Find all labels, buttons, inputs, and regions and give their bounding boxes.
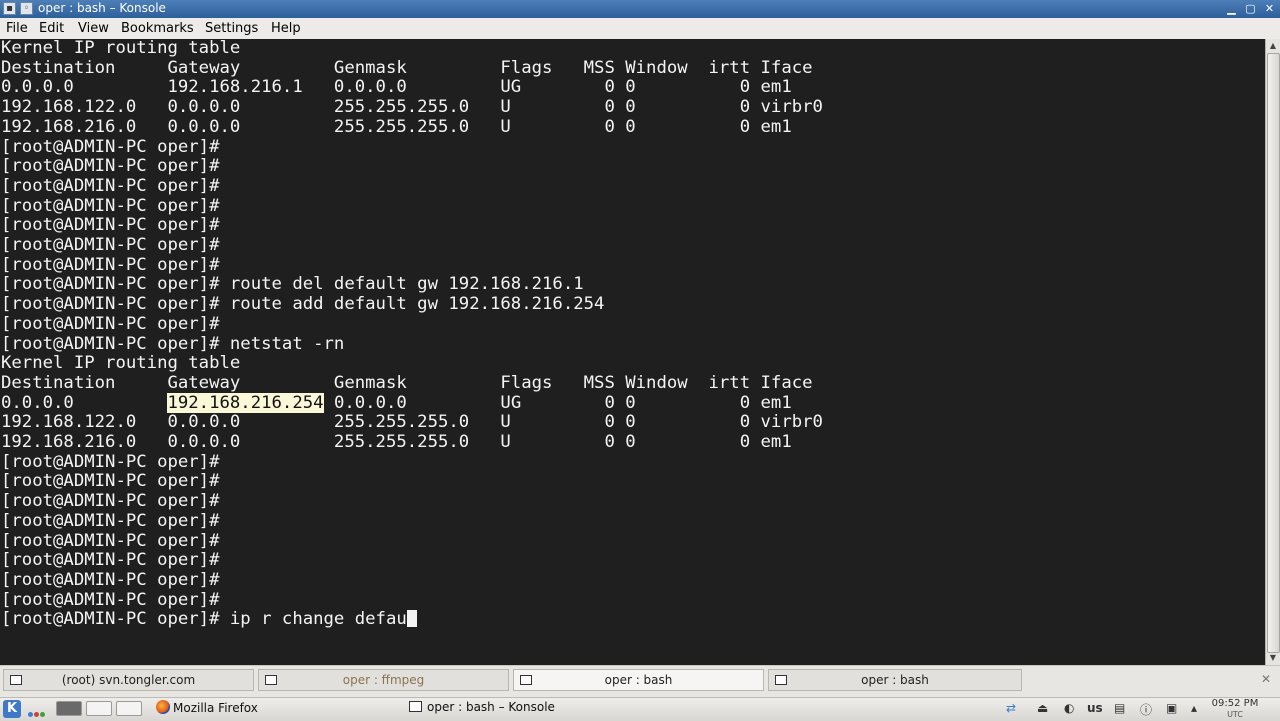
- tray-expand-icon[interactable]: ▴: [1191, 701, 1197, 715]
- maximize-icon[interactable]: ▢: [1244, 3, 1257, 15]
- desktop-pager-3[interactable]: [116, 701, 142, 716]
- terminal-view[interactable]: Kernel IP routing table Destination Gate…: [0, 39, 1265, 665]
- close-icon[interactable]: ✕: [1263, 3, 1276, 15]
- scroll-down-icon[interactable]: ▼: [1266, 651, 1280, 665]
- taskbar-panel: K Mozilla Firefox oper : bash – Konsole …: [0, 697, 1280, 721]
- menu-bookmarks[interactable]: Bookmarks: [121, 21, 194, 36]
- clock[interactable]: 09:52 PM UTC: [1205, 698, 1265, 720]
- firefox-icon: [156, 700, 170, 714]
- terminal-icon: [409, 701, 422, 712]
- clock-zone: UTC: [1227, 710, 1243, 719]
- menu-view[interactable]: View: [78, 21, 109, 36]
- pin-icon[interactable]: ◦: [20, 2, 33, 15]
- device-notifier-icon[interactable]: ⏏: [1037, 701, 1048, 715]
- clipboard-icon[interactable]: ▤: [1114, 701, 1125, 715]
- tab-bash[interactable]: oper : bash: [768, 669, 1022, 691]
- menu-file[interactable]: File: [6, 21, 28, 36]
- tab-label: oper : bash: [861, 673, 929, 687]
- task-label: Mozilla Firefox: [173, 701, 258, 715]
- tab-bash-active[interactable]: oper : bash: [513, 669, 764, 691]
- task-firefox[interactable]: Mozilla Firefox: [156, 700, 258, 719]
- kde-menu-icon[interactable]: K: [3, 700, 21, 718]
- menu-settings[interactable]: Settings: [205, 21, 258, 36]
- terminal-scrollbar[interactable]: ▲ ▼: [1265, 39, 1280, 665]
- desktop-pager-1[interactable]: [56, 701, 82, 716]
- clock-time: 09:52 PM: [1211, 698, 1259, 709]
- window-menu-icon[interactable]: ▪: [3, 2, 16, 15]
- tab-svn[interactable]: (root) svn.tongler.com: [3, 669, 254, 691]
- desktop-pager-2[interactable]: [86, 701, 112, 716]
- battery-icon[interactable]: ▣: [1166, 701, 1177, 715]
- volume-icon[interactable]: ◐: [1064, 701, 1074, 715]
- scroll-up-icon[interactable]: ▲: [1266, 39, 1280, 53]
- terminal-text-before-selection: Kernel IP routing table Destination Gate…: [1, 39, 823, 413]
- task-label: oper : bash – Konsole: [427, 700, 555, 714]
- selected-gateway[interactable]: 192.168.216.254: [167, 392, 324, 413]
- menu-bar: File Edit View Bookmarks Settings Help: [0, 18, 1280, 40]
- network-icon[interactable]: ⇄: [1006, 701, 1016, 715]
- notifications-icon[interactable]: ⓘ: [1140, 701, 1152, 718]
- task-konsole[interactable]: oper : bash – Konsole: [409, 700, 555, 719]
- menu-edit[interactable]: Edit: [39, 21, 64, 36]
- window-titlebar[interactable]: ▪ ◦ oper : bash – Konsole ▁ ▢ ✕: [0, 0, 1280, 18]
- menu-help[interactable]: Help: [271, 21, 301, 36]
- window-title: oper : bash – Konsole: [38, 1, 166, 15]
- tab-label: (root) svn.tongler.com: [61, 673, 196, 687]
- session-tab-bar: (root) svn.tongler.com oper : ffmpeg ope…: [0, 665, 1280, 698]
- terminal-output: Kernel IP routing table Destination Gate…: [1, 39, 823, 630]
- tab-label: oper : bash: [604, 673, 673, 687]
- terminal-text-after-selection: 0.0.0.0 UG 0 0 0 em1 192.168.122.0 0.0.0…: [1, 392, 823, 630]
- close-tab-icon[interactable]: ✕: [1261, 672, 1271, 686]
- activity-dots-icon[interactable]: [28, 706, 46, 720]
- text-cursor: [406, 610, 417, 628]
- minimize-icon[interactable]: ▁: [1225, 3, 1238, 15]
- tab-ffmpeg[interactable]: oper : ffmpeg: [258, 669, 509, 691]
- scrollbar-thumb[interactable]: [1267, 53, 1280, 653]
- keyboard-layout[interactable]: us: [1087, 701, 1103, 715]
- tab-label: oper : ffmpeg: [342, 673, 425, 687]
